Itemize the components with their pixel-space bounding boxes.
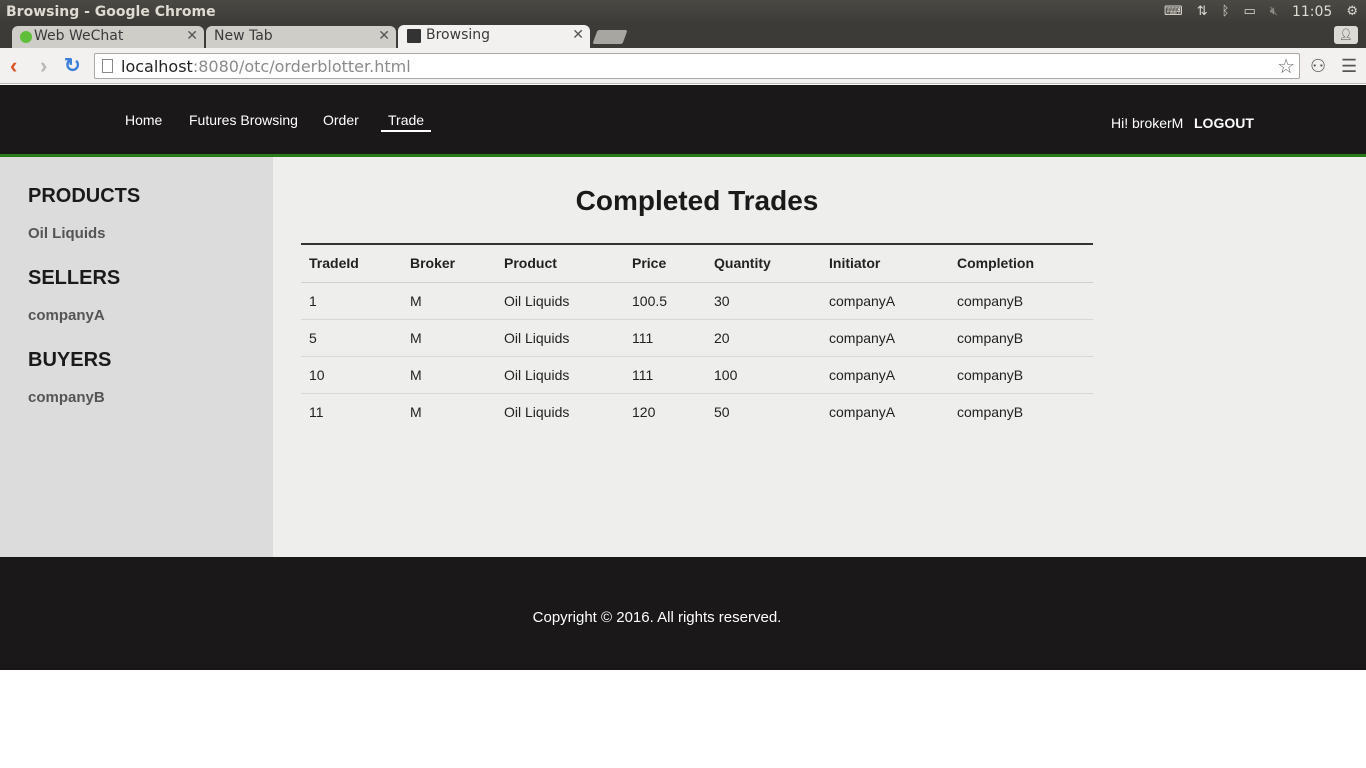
table-row: 11 M Oil Liquids 120 50 companyA company… <box>301 393 1093 430</box>
battery-icon[interactable]: ▭ <box>1243 3 1255 21</box>
window-title: Browsing - Google Chrome <box>6 4 216 20</box>
nav-home[interactable]: Home <box>125 112 162 128</box>
browser-toolbar: ‹ › ↻ localhost:8080/otc/orderblotter.ht… <box>0 48 1366 84</box>
trades-table: TradeId Broker Product Price Quantity In… <box>301 243 1093 430</box>
cell: 11 <box>309 403 324 420</box>
column-header: Completion <box>949 244 1093 283</box>
new-tab-button[interactable] <box>592 30 628 44</box>
volume-muted-icon[interactable]: 🔇︎ <box>1270 3 1278 21</box>
close-tab-icon[interactable]: ✕ <box>186 28 198 44</box>
nav-trade[interactable]: Trade <box>381 112 432 132</box>
cell: companyB <box>957 403 1024 420</box>
tab-web-wechat[interactable]: Web WeChat ✕ <box>12 26 204 48</box>
reload-icon[interactable]: ↻ <box>64 54 81 78</box>
cell: M <box>402 282 496 320</box>
cell: Oil Liquids <box>496 319 624 357</box>
sidebar: PRODUCTS Oil Liquids SELLERS companyA BU… <box>0 157 273 557</box>
settings-gear-icon[interactable]: ⚙ <box>1346 3 1358 21</box>
table-row: 10 M Oil Liquids 111 100 companyA compan… <box>301 356 1093 394</box>
wechat-favicon-icon <box>20 31 32 43</box>
user-greeting: Hi! brokerM <box>1111 115 1184 131</box>
table-header-row: TradeId Broker Product Price Quantity In… <box>301 244 1093 283</box>
sidebar-item-company-b[interactable]: companyB <box>28 389 105 406</box>
cell: 30 <box>706 282 821 320</box>
cell: M <box>410 403 422 420</box>
tab-browsing[interactable]: Browsing ✕ <box>398 25 590 49</box>
site-footer: Copyright © 2016. All rights reserved. <box>0 557 1366 670</box>
cell: 100.5 <box>624 282 706 320</box>
cell: companyA <box>821 282 949 320</box>
cell: 20 <box>706 319 821 357</box>
network-icon[interactable]: ⇅ <box>1197 3 1208 21</box>
page-favicon-icon <box>407 29 421 43</box>
tab-label: Web WeChat <box>34 28 124 44</box>
nav-futures-browsing[interactable]: Futures Browsing <box>189 112 298 128</box>
nav-order[interactable]: Order <box>323 112 359 128</box>
tab-new-tab[interactable]: New Tab ✕ <box>206 26 396 48</box>
column-header: Initiator <box>821 244 949 283</box>
cell: companyA <box>821 319 949 357</box>
cell: 10 <box>301 356 402 394</box>
forward-arrow-icon[interactable]: › <box>40 54 47 78</box>
cell: companyA <box>821 356 949 394</box>
cell: Oil Liquids <box>496 282 624 320</box>
bookmark-star-icon[interactable]: ☆ <box>1277 54 1295 79</box>
bluetooth-icon[interactable]: ᛒ <box>1222 3 1230 21</box>
profile-icon[interactable]: 👤︎ <box>1334 26 1358 44</box>
cell: M <box>402 319 496 357</box>
clock[interactable]: 11:05 <box>1292 4 1332 20</box>
main-content: Completed Trades TradeId Broker Product … <box>273 157 1366 557</box>
column-header: Price <box>624 244 706 283</box>
keyboard-icon[interactable]: ⌨ <box>1164 3 1183 21</box>
sidebar-item-oil-liquids[interactable]: Oil Liquids <box>28 225 106 242</box>
cell: M <box>402 356 496 394</box>
close-tab-icon[interactable]: ✕ <box>572 27 584 43</box>
extension-icon[interactable]: ⚇ <box>1310 56 1326 77</box>
table-row: 1 M Oil Liquids 100.5 30 companyA compan… <box>301 282 1093 320</box>
cell: 1 <box>301 282 402 320</box>
cell: 50 <box>714 403 730 420</box>
cell: Oil Liquids <box>504 403 570 420</box>
copyright-text: Copyright © 2016. All rights reserved. <box>532 609 782 626</box>
menu-icon[interactable]: ☰ <box>1341 56 1357 77</box>
cell: 111 <box>624 356 706 394</box>
logout-button[interactable]: LOGOUT <box>1194 115 1254 131</box>
address-bar[interactable]: localhost:8080/otc/orderblotter.html ☆ <box>94 53 1300 79</box>
sidebar-heading-products: PRODUCTS <box>28 185 141 207</box>
cell: 111 <box>624 319 706 357</box>
sidebar-heading-buyers: BUYERS <box>28 349 112 371</box>
column-header: TradeId <box>301 244 402 283</box>
column-header: Quantity <box>706 244 821 283</box>
close-tab-icon[interactable]: ✕ <box>378 28 390 44</box>
tab-strip: Web WeChat ✕ New Tab ✕ Browsing ✕ <box>0 24 1366 49</box>
cell: companyB <box>949 319 1093 357</box>
cell: 100 <box>706 356 821 394</box>
column-header: Broker <box>402 244 496 283</box>
cell: 120 <box>632 403 656 420</box>
column-header: Product <box>496 244 624 283</box>
tab-label: New Tab <box>214 28 273 44</box>
sidebar-heading-sellers: SELLERS <box>28 267 121 289</box>
tab-label: Browsing <box>426 27 491 43</box>
cell: companyB <box>949 356 1093 394</box>
cell: Oil Liquids <box>496 356 624 394</box>
url-text[interactable]: localhost:8080/otc/orderblotter.html <box>121 57 411 76</box>
os-title-bar: Browsing - Google Chrome ⌨ ⇅ ᛒ ▭ 🔇︎ 11:0… <box>0 0 1366 24</box>
sidebar-item-company-a[interactable]: companyA <box>28 307 105 324</box>
page-title: Completed Trades <box>575 185 819 216</box>
back-arrow-icon[interactable]: ‹ <box>10 54 17 78</box>
site-header: Home Futures Browsing Order Trade Hi! br… <box>0 85 1366 154</box>
cell: companyB <box>949 282 1093 320</box>
table-row: 5 M Oil Liquids 111 20 companyA companyB <box>301 319 1093 357</box>
page-icon <box>102 59 113 73</box>
cell: 5 <box>301 319 402 357</box>
system-tray: ⌨ ⇅ ᛒ ▭ 🔇︎ 11:05 ⚙ <box>1164 3 1358 21</box>
cell: companyA <box>829 403 896 420</box>
